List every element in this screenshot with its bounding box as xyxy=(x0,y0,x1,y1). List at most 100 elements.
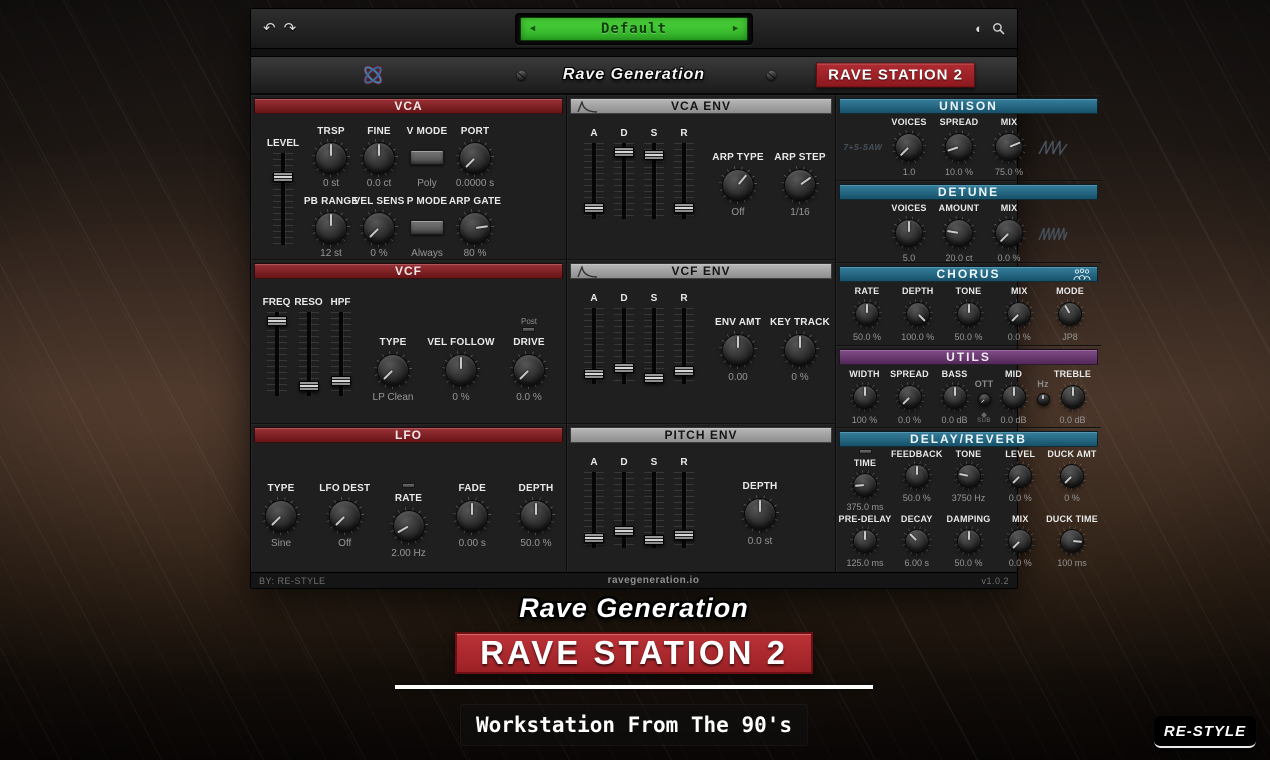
knob-dial[interactable] xyxy=(940,382,970,412)
vca-env-decay-fader[interactable]: D xyxy=(609,128,639,219)
knob-body[interactable] xyxy=(945,133,973,161)
knob-dial[interactable] xyxy=(850,382,880,412)
key-track-knob[interactable]: KEY TRACK0 % xyxy=(769,317,831,383)
lfo-rate-knob[interactable]: RATE2.00 Hz xyxy=(385,483,433,559)
arp-gate-knob[interactable]: ARP GATE80 % xyxy=(451,196,499,259)
stereo-spread-knob[interactable]: SPREAD0.0 % xyxy=(887,369,932,425)
knob-dial[interactable] xyxy=(719,166,757,204)
vcf-env-attack-fader[interactable]: A xyxy=(579,293,609,384)
knob-body[interactable] xyxy=(853,385,877,409)
knob-body[interactable] xyxy=(945,219,973,247)
knob-body[interactable] xyxy=(895,133,923,161)
footer-website[interactable]: ravegeneration.io xyxy=(608,575,700,586)
knob-body[interactable] xyxy=(329,500,361,532)
knob-body[interactable] xyxy=(957,302,981,326)
level-fader[interactable]: LEVEL xyxy=(261,126,305,259)
knob-body[interactable] xyxy=(995,219,1023,247)
knob-body[interactable] xyxy=(377,354,409,386)
knob-body[interactable] xyxy=(459,142,491,174)
knob-dial[interactable] xyxy=(456,139,494,177)
reverb-decay-knob[interactable]: DECAY6.00 s xyxy=(893,514,941,568)
hpf-fader[interactable]: HPF xyxy=(325,297,356,403)
delay-time-knob[interactable]: TIME375.0 ms xyxy=(841,449,889,512)
knob-body[interactable] xyxy=(1061,385,1085,409)
knob-dial[interactable] xyxy=(954,526,984,556)
knob-body[interactable] xyxy=(722,334,754,366)
knob-dial[interactable] xyxy=(517,497,555,535)
knob-dial[interactable] xyxy=(992,216,1026,250)
knob-body[interactable] xyxy=(957,464,981,488)
knob-body[interactable] xyxy=(905,529,929,553)
knob-body[interactable] xyxy=(315,212,347,244)
knob-dial[interactable] xyxy=(1057,526,1087,556)
knob-body[interactable] xyxy=(1060,529,1084,553)
fader-handle[interactable] xyxy=(614,363,634,373)
fader-handle[interactable] xyxy=(273,172,293,182)
knob-body[interactable] xyxy=(784,169,816,201)
fader-track[interactable] xyxy=(267,312,287,396)
knob-dial[interactable] xyxy=(954,461,984,491)
width-knob[interactable]: WIDTH100 % xyxy=(842,369,887,425)
knob-dial[interactable] xyxy=(902,461,932,491)
preset-display[interactable]: ◄ Default ► xyxy=(515,13,753,45)
knob-dial[interactable] xyxy=(892,130,926,164)
toggle-pill-icon[interactable] xyxy=(522,327,535,332)
lfo-depth-knob[interactable]: DEPTH50.0 % xyxy=(512,483,560,559)
knob-body[interactable] xyxy=(315,142,347,174)
knob-dial[interactable] xyxy=(719,331,757,369)
fader-handle[interactable] xyxy=(584,533,604,543)
knob-dial[interactable] xyxy=(892,216,926,250)
theme-icon[interactable]: ◐ xyxy=(975,22,983,35)
knob-dial[interactable] xyxy=(374,351,412,389)
fader-handle[interactable] xyxy=(674,203,694,213)
delay-level-knob[interactable]: LEVEL0.0 % xyxy=(996,449,1044,512)
knob-body[interactable] xyxy=(513,354,545,386)
sub-toggle[interactable]: SUB xyxy=(977,413,991,424)
fader-handle[interactable] xyxy=(644,150,664,160)
vca-env-attack-fader[interactable]: A xyxy=(579,128,609,219)
fader-handle[interactable] xyxy=(584,203,604,213)
fader-track[interactable] xyxy=(614,472,634,548)
knob-dial[interactable] xyxy=(1057,461,1087,491)
knob-body[interactable] xyxy=(1060,464,1084,488)
knob-body[interactable] xyxy=(1058,302,1082,326)
knob-body[interactable] xyxy=(853,529,877,553)
vca-env-release-fader[interactable]: R xyxy=(669,128,699,219)
knob-dial[interactable] xyxy=(850,526,880,556)
fader-track[interactable] xyxy=(331,312,351,396)
knob-dial[interactable] xyxy=(942,130,976,164)
vcf-env-decay-fader[interactable]: D xyxy=(609,293,639,384)
pitch-env-attack-fader[interactable]: A xyxy=(579,457,609,548)
pb-range-knob[interactable]: PB RANGE12 st xyxy=(307,196,355,259)
trsp-knob[interactable]: TRSP0 st xyxy=(307,126,355,189)
preset-name[interactable]: Default xyxy=(601,21,667,37)
knob-dial[interactable] xyxy=(312,139,350,177)
reverb-mix-knob[interactable]: MIX0.0 % xyxy=(996,514,1044,568)
redo-icon[interactable]: ↷ xyxy=(284,21,297,36)
detune-voices-knob[interactable]: VOICES5.0 xyxy=(884,203,934,263)
lfo-fade-knob[interactable]: FADE0.00 s xyxy=(448,483,496,559)
fader-track[interactable] xyxy=(644,308,664,384)
knob-dial[interactable] xyxy=(999,382,1029,412)
fader-handle[interactable] xyxy=(614,526,634,536)
fader-handle[interactable] xyxy=(299,381,319,391)
knob-dial[interactable] xyxy=(510,351,548,389)
vel-follow-knob[interactable]: VEL FOLLOW0 % xyxy=(424,337,498,403)
voice-mode-button[interactable]: V MODEPoly xyxy=(403,126,451,189)
zoom-icon[interactable] xyxy=(992,22,1005,35)
knob-dial[interactable] xyxy=(942,216,976,250)
unison-spread-knob[interactable]: SPREAD10.0 % xyxy=(934,117,984,177)
treble-knob[interactable]: TREBLE0.0 dB xyxy=(1050,369,1095,425)
knob-dial[interactable] xyxy=(456,209,494,247)
knob-dial[interactable] xyxy=(1036,392,1051,407)
fader-handle[interactable] xyxy=(674,366,694,376)
knob-dial[interactable] xyxy=(1005,461,1035,491)
knob-dial[interactable] xyxy=(360,209,398,247)
knob-dial[interactable] xyxy=(852,299,882,329)
fader-track[interactable] xyxy=(644,143,664,219)
fader-track[interactable] xyxy=(273,153,293,245)
arp-type-knob[interactable]: ARP TYPEOff xyxy=(707,152,769,218)
knob-body[interactable] xyxy=(456,500,488,532)
knob-body[interactable] xyxy=(265,500,297,532)
chorus-mode-knob[interactable]: MODEJP8 xyxy=(1047,286,1093,342)
